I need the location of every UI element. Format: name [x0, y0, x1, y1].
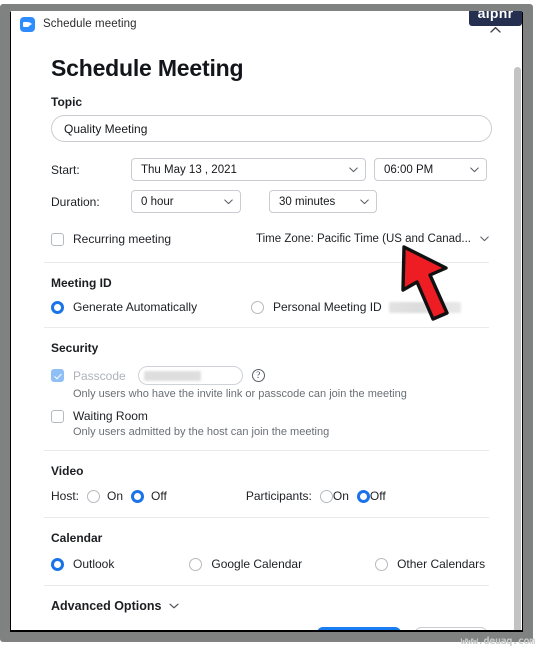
radio-participants-video-on-label: On — [332, 489, 349, 503]
topic-input[interactable] — [51, 115, 492, 142]
passcode-checkbox[interactable] — [51, 369, 64, 382]
zoom-camera-icon — [20, 16, 35, 32]
radio-generate-automatically[interactable]: Generate Automatically — [51, 300, 251, 314]
radio-participants-video-on[interactable] — [319, 489, 333, 503]
video-participants-label: Participants: — [245, 489, 312, 503]
window-title: Schedule meeting — [43, 18, 137, 30]
advanced-options-toggle[interactable]: Advanced Options — [51, 599, 491, 613]
start-label: Start: — [51, 162, 80, 177]
chevron-down-icon — [169, 603, 180, 609]
divider — [44, 262, 489, 263]
recurring-meeting-label: Recurring meeting — [73, 232, 172, 246]
duration-hours-value: 0 hour — [141, 195, 174, 208]
chevron-down-icon — [349, 167, 358, 173]
radio-generate-automatically-control[interactable] — [51, 300, 64, 314]
start-time-value: 06:00 PM — [384, 163, 434, 176]
passcode-note: Only users who have the invite link or p… — [73, 388, 407, 400]
advanced-options-label: Advanced Options — [51, 599, 162, 613]
radio-calendar-other[interactable]: Other Calendars — [375, 557, 485, 571]
site-watermark: www.deuaq.com — [460, 636, 536, 647]
cancel-button[interactable]: Cancel — [415, 627, 487, 630]
calendar-options: Outlook Google Calendar Other Calendars — [51, 557, 491, 571]
passcode-label: Passcode — [73, 368, 126, 383]
video-options: Host: On Off Participants: On Off — [51, 489, 491, 503]
radio-personal-meeting-id-control[interactable] — [251, 300, 264, 314]
start-date-value: Thu May 13 , 2021 — [141, 163, 237, 176]
radio-calendar-outlook[interactable]: Outlook — [51, 557, 114, 571]
radio-personal-meeting-id[interactable]: Personal Meeting ID — [251, 300, 461, 314]
alphr-logo-text: alphr — [477, 11, 514, 21]
meeting-id-section: Meeting ID Generate Automatically Person… — [42, 276, 491, 314]
meeting-id-options: Generate Automatically Personal Meeting … — [51, 300, 491, 314]
video-participants-group: Participants: On Off — [246, 489, 386, 503]
radio-calendar-google-label: Google Calendar — [211, 557, 303, 571]
timezone-dropdown[interactable]: Time Zone: Pacific Time (US and Canad... — [256, 233, 491, 245]
start-time-select[interactable]: 06:00 PM — [374, 158, 487, 181]
chevron-down-icon — [470, 167, 479, 173]
passcode-redacted-value — [143, 371, 201, 381]
radio-participants-video-off-label: Off — [369, 489, 386, 503]
start-row: Start: Thu May 13 , 2021 06:00 PM — [51, 158, 491, 181]
screenshot-root: Schedule meeting alphr Schedule Meeting … — [0, 0, 541, 650]
passcode-input[interactable] — [137, 366, 243, 385]
meeting-id-label: Meeting ID — [51, 276, 112, 290]
waiting-room-label: Waiting Room — [73, 409, 148, 423]
radio-calendar-other-control[interactable] — [375, 557, 389, 571]
topic-section: Topic — [42, 95, 492, 142]
radio-calendar-outlook-control[interactable] — [51, 557, 64, 571]
calendar-section: Calendar Outlook Google Calendar Other C… — [42, 531, 491, 571]
timezone-value: Time Zone: Pacific Time (US and Canad... — [256, 233, 471, 245]
recurring-meeting-checkbox[interactable] — [51, 232, 64, 246]
divider — [44, 327, 489, 328]
divider — [44, 450, 489, 451]
radio-calendar-google[interactable]: Google Calendar — [189, 557, 302, 571]
waiting-room-note: Only users admitted by the host can join… — [73, 426, 330, 438]
window-titlebar: Schedule meeting alphr — [11, 11, 522, 37]
chevron-down-icon — [224, 199, 233, 205]
waiting-room-row: Waiting Room — [51, 409, 491, 423]
calendar-label: Calendar — [51, 531, 103, 545]
duration-minutes-value: 30 minutes — [279, 195, 336, 208]
passcode-row: Passcode ? — [51, 366, 491, 385]
chevron-down-icon — [360, 199, 369, 205]
divider — [44, 517, 489, 518]
security-section: Security Passcode ? Only users who have … — [42, 341, 491, 438]
radio-host-video-off-label: Off — [151, 489, 167, 503]
alphr-watermark-badge: alphr — [469, 11, 522, 26]
radio-calendar-outlook-label: Outlook — [73, 557, 115, 571]
video-host-label: Host: — [51, 489, 80, 503]
video-host-group: Host: On Off — [51, 489, 167, 503]
schedule-meeting-window: Schedule meeting alphr Schedule Meeting … — [11, 11, 522, 630]
chevron-up-icon[interactable] — [490, 26, 501, 33]
dialog-footer: Save Cancel — [42, 627, 487, 630]
video-label: Video — [51, 464, 84, 478]
security-label: Security — [51, 341, 99, 355]
dialog-content: Schedule Meeting Topic Start: Thu May 13… — [11, 55, 522, 630]
duration-row: Duration: 0 hour 30 minutes — [51, 190, 491, 213]
radio-participants-video-off[interactable] — [356, 489, 370, 503]
topic-label: Topic — [51, 95, 83, 109]
divider — [44, 585, 489, 586]
page-title: Schedule Meeting — [51, 55, 244, 81]
duration-hours-select[interactable]: 0 hour — [131, 190, 241, 213]
radio-personal-meeting-id-label: Personal Meeting ID — [273, 300, 382, 314]
radio-calendar-other-label: Other Calendars — [397, 557, 486, 571]
radio-host-video-on[interactable] — [87, 489, 101, 503]
radio-calendar-google-control[interactable] — [189, 557, 203, 571]
save-button[interactable]: Save — [317, 627, 401, 630]
start-date-select[interactable]: Thu May 13 , 2021 — [131, 158, 366, 181]
video-section: Video Host: On Off Participants: On Off — [42, 464, 491, 503]
chevron-down-icon — [480, 236, 489, 242]
help-icon[interactable]: ? — [251, 369, 265, 382]
radio-host-video-off[interactable] — [131, 489, 145, 503]
duration-minutes-select[interactable]: 30 minutes — [269, 190, 377, 213]
personal-meeting-id-redacted — [388, 301, 461, 313]
radio-generate-automatically-label: Generate Automatically — [73, 300, 198, 314]
waiting-room-checkbox[interactable] — [51, 409, 64, 423]
radio-host-video-on-label: On — [107, 489, 124, 503]
recurring-timezone-row: Recurring meeting Time Zone: Pacific Tim… — [51, 230, 491, 248]
duration-label: Duration: — [51, 194, 100, 209]
